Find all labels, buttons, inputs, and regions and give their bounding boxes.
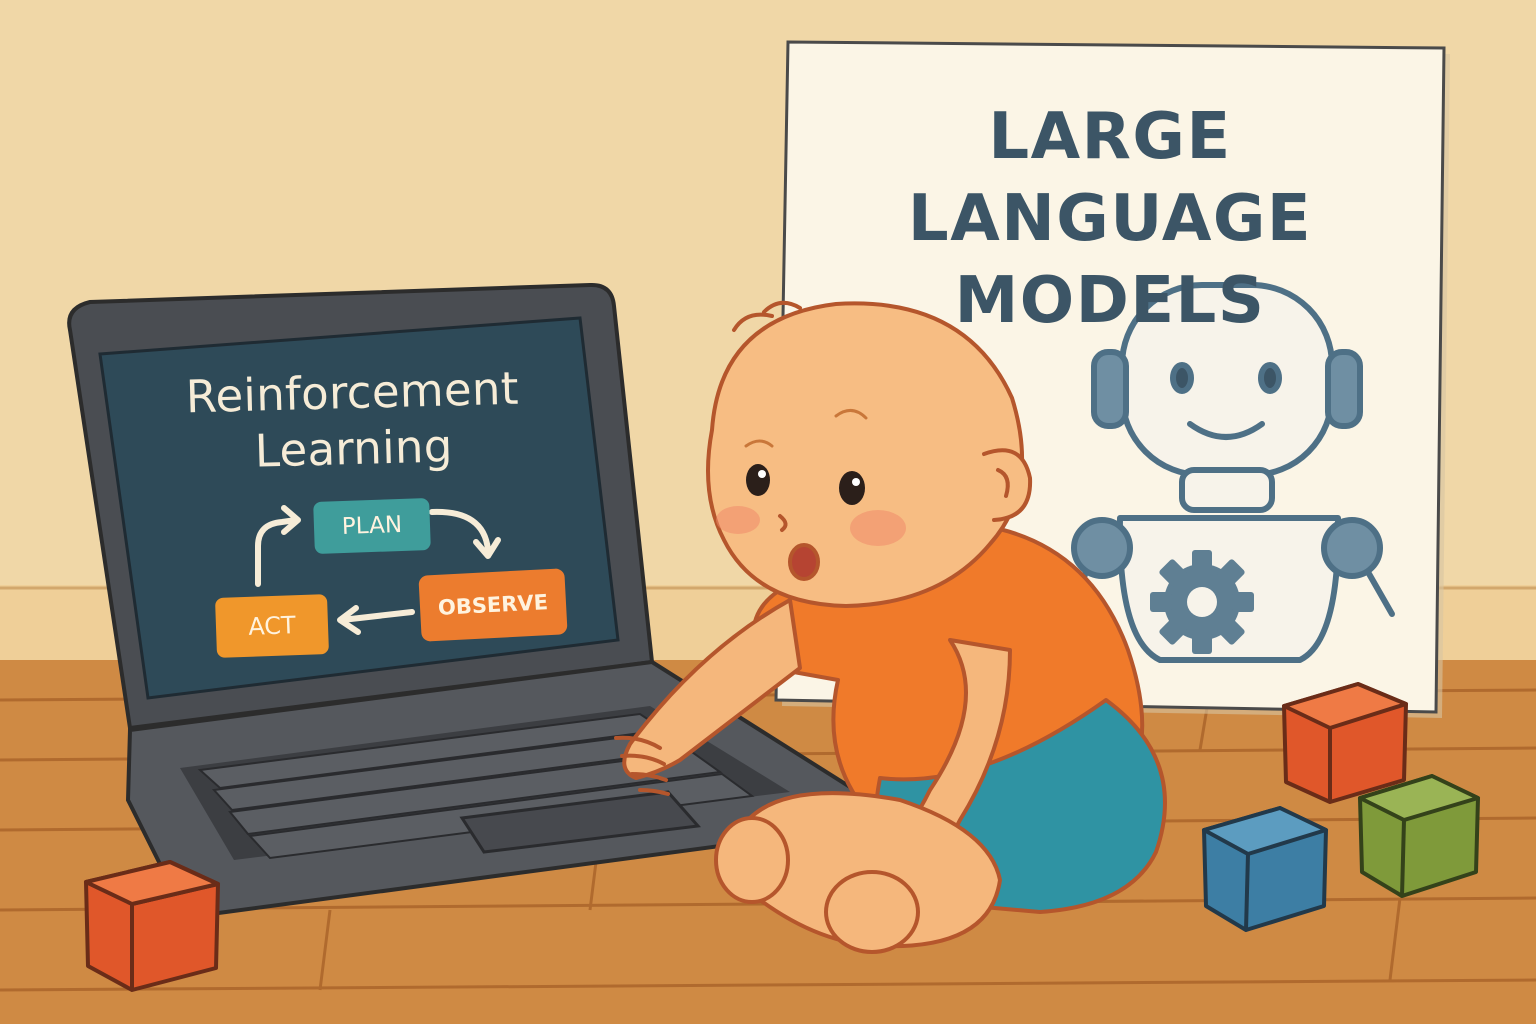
block-red-right <box>1282 682 1408 804</box>
laptop-screen-title: Reinforcement Learning <box>147 360 560 483</box>
cycle-node-observe: OBSERVE <box>418 568 568 642</box>
baby-head <box>706 301 1024 608</box>
block-green <box>1358 774 1480 898</box>
laptop-title-line1: Reinforcement <box>185 361 520 424</box>
illustration-scene: Reinforcement Learning PLAN OBSERVE ACT … <box>0 0 1536 1024</box>
gear-icon <box>1150 550 1254 654</box>
poster-title-line2: MODELS <box>954 264 1266 338</box>
poster-title: LARGE LANGUAGE MODELS <box>800 96 1420 342</box>
block-blue <box>1202 806 1328 932</box>
poster-title-line1: LARGE LANGUAGE <box>907 100 1313 256</box>
cycle-node-act: ACT <box>214 594 330 658</box>
cycle-node-plan: PLAN <box>313 497 431 555</box>
block-red-left <box>84 860 220 992</box>
laptop-title-line2: Learning <box>254 419 454 478</box>
